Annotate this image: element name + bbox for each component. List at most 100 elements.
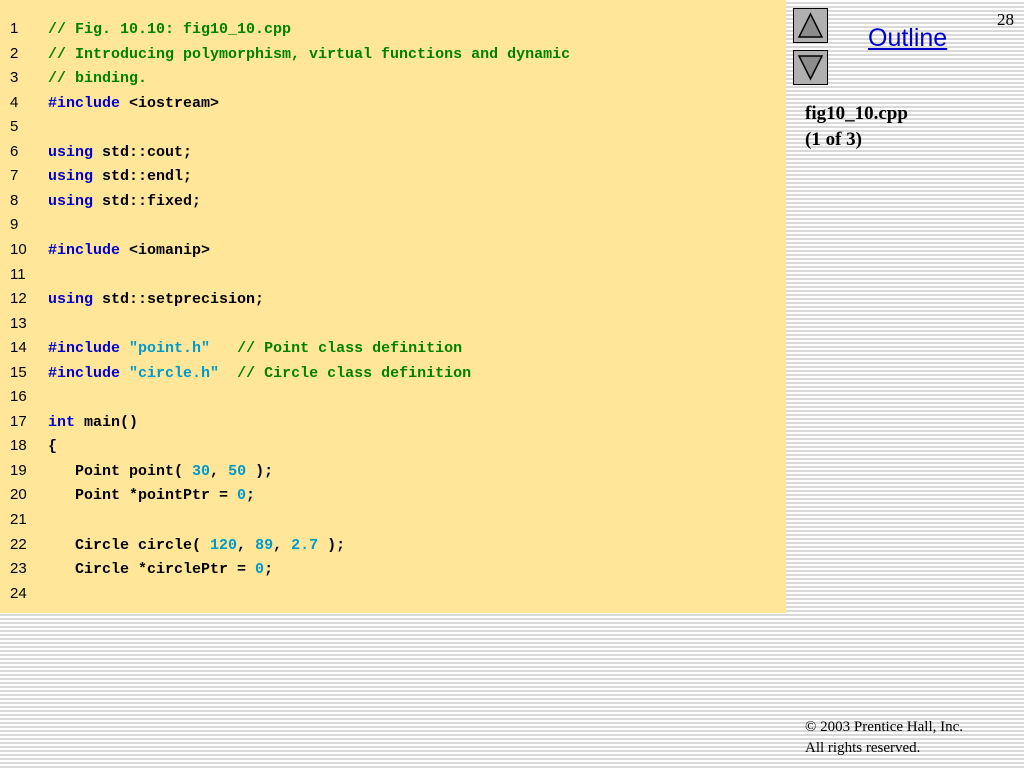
code-token-plain: ); [246, 462, 274, 480]
code-line: 23 Circle *circlePtr = 0; [0, 560, 786, 584]
code-text: using std::setprecision; [48, 291, 264, 309]
code-line: 16 [0, 388, 786, 412]
code-token-plain: std::setprecision; [93, 291, 265, 309]
code-token-comment: // Point class definition [237, 340, 463, 358]
line-number: 23 [10, 560, 27, 578]
previous-slide-button[interactable] [793, 8, 828, 43]
code-token-plain: , [237, 536, 256, 554]
code-token-comment: // Introducing polymorphism, virtual fun… [48, 45, 571, 63]
line-number: 10 [10, 240, 27, 258]
line-number: 2 [10, 44, 19, 62]
code-text: // Introducing polymorphism, virtual fun… [48, 46, 570, 64]
code-line: 6 using std::cout; [0, 143, 786, 167]
line-number: 24 [10, 584, 27, 602]
page-number: 28 [997, 10, 1014, 29]
line-number: 7 [10, 167, 19, 185]
code-line: 20 Point *pointPtr = 0; [0, 486, 786, 510]
code-token-comment: // binding. [48, 70, 148, 88]
code-line: 21 [0, 511, 786, 535]
code-listing: 1 // Fig. 10.10: fig10_10.cpp 2 // Introduc… [0, 0, 786, 613]
code-token-plain: Point *pointPtr = [48, 487, 238, 505]
code-token-number: 0 [255, 561, 265, 579]
code-line: 15 #include "circle.h" // Circle class de… [0, 364, 786, 388]
code-text: // Fig. 10.10: fig10_10.cpp [48, 21, 291, 39]
code-token-plain: <iostream> [120, 94, 220, 112]
code-text: #include "circle.h" // Circle class defi… [48, 365, 471, 383]
code-token-plain: ); [318, 536, 346, 554]
code-text: // binding. [48, 70, 147, 88]
code-line: 1 // Fig. 10.10: fig10_10.cpp [0, 20, 786, 44]
code-line: 2 // Introducing polymorphism, virtual fu… [0, 45, 786, 69]
code-text: int main() [48, 414, 138, 432]
line-number: 11 [10, 265, 26, 283]
outline-link[interactable]: Outline [868, 24, 947, 53]
line-number: 6 [10, 142, 19, 160]
triangle-up-icon [797, 12, 824, 38]
line-number: 22 [10, 535, 27, 553]
code-token-comment: // Circle class definition [237, 364, 472, 382]
line-number: 9 [10, 216, 19, 234]
code-token-plain: std::endl; [93, 168, 193, 186]
code-text: using std::endl; [48, 168, 192, 186]
code-text: #include "point.h" // Point class defini… [48, 340, 462, 358]
code-token-plain: Point point( [48, 462, 193, 480]
code-token-keyword: #include [48, 241, 121, 259]
line-number: 13 [10, 314, 27, 332]
code-text: Point *pointPtr = 0; [48, 487, 255, 505]
code-text: Circle *circlePtr = 0; [48, 561, 273, 579]
copyright-line-1: © 2003 Prentice Hall, Inc. [805, 719, 964, 735]
code-token-number: 30 [192, 462, 211, 480]
file-part-label: (1 of 3) [805, 129, 862, 150]
code-line: 4 #include <iostream> [0, 94, 786, 118]
code-text: using std::cout; [48, 144, 192, 162]
code-token-number: 2.7 [291, 536, 319, 554]
line-number: 12 [10, 290, 27, 308]
code-text: #include <iostream> [48, 95, 219, 113]
code-line: 11 [0, 266, 786, 290]
code-token-comment: // Fig. 10.10: fig10_10.cpp [48, 21, 292, 38]
line-number: 4 [10, 93, 19, 111]
code-token-plain: Circle circle( [48, 536, 211, 554]
code-text: { [48, 438, 57, 456]
code-line: 18 { [0, 437, 786, 461]
code-line: 7 using std::endl; [0, 167, 786, 191]
code-token-plain: std::cout; [93, 143, 193, 161]
code-token-keyword: int [48, 413, 76, 431]
code-token-plain: <iomanip> [120, 241, 211, 259]
code-token-plain: ; [264, 561, 274, 579]
triangle-down-icon [797, 55, 824, 81]
code-token-keyword: #include [48, 340, 121, 358]
line-number: 5 [10, 118, 19, 136]
code-token-plain: , [210, 462, 229, 480]
line-number: 15 [10, 363, 27, 381]
line-number: 21 [10, 511, 27, 528]
line-number: 8 [10, 191, 19, 209]
code-token-number: 0 [237, 487, 247, 505]
next-slide-button[interactable] [793, 50, 828, 85]
code-line: 3 // binding. [0, 69, 786, 93]
line-number: 18 [10, 437, 27, 455]
code-token-number: 89 [255, 536, 274, 554]
code-token-keyword: using [48, 143, 94, 161]
code-line: 9 [0, 216, 786, 240]
copyright-line-2: All rights reserved. [805, 740, 921, 756]
code-token-plain: , [273, 536, 292, 554]
line-number: 17 [10, 412, 27, 430]
code-line: 24 [0, 585, 786, 609]
code-token-number: 50 [228, 462, 247, 480]
line-number: 1 [10, 20, 19, 37]
code-text: Point point( 30, 50 ); [48, 463, 273, 481]
code-token-plain: { [48, 438, 58, 456]
code-token-string: "point.h" [129, 340, 211, 358]
line-number: 19 [10, 461, 27, 479]
code-token-keyword: #include [48, 94, 121, 112]
code-text: using std::fixed; [48, 193, 201, 211]
code-line: 17 int main() [0, 413, 786, 437]
code-token-plain: std::fixed; [93, 192, 202, 210]
code-line: 5 [0, 118, 786, 142]
code-token-plain: ; [246, 487, 256, 505]
code-token-string: "circle.h" [129, 364, 220, 382]
